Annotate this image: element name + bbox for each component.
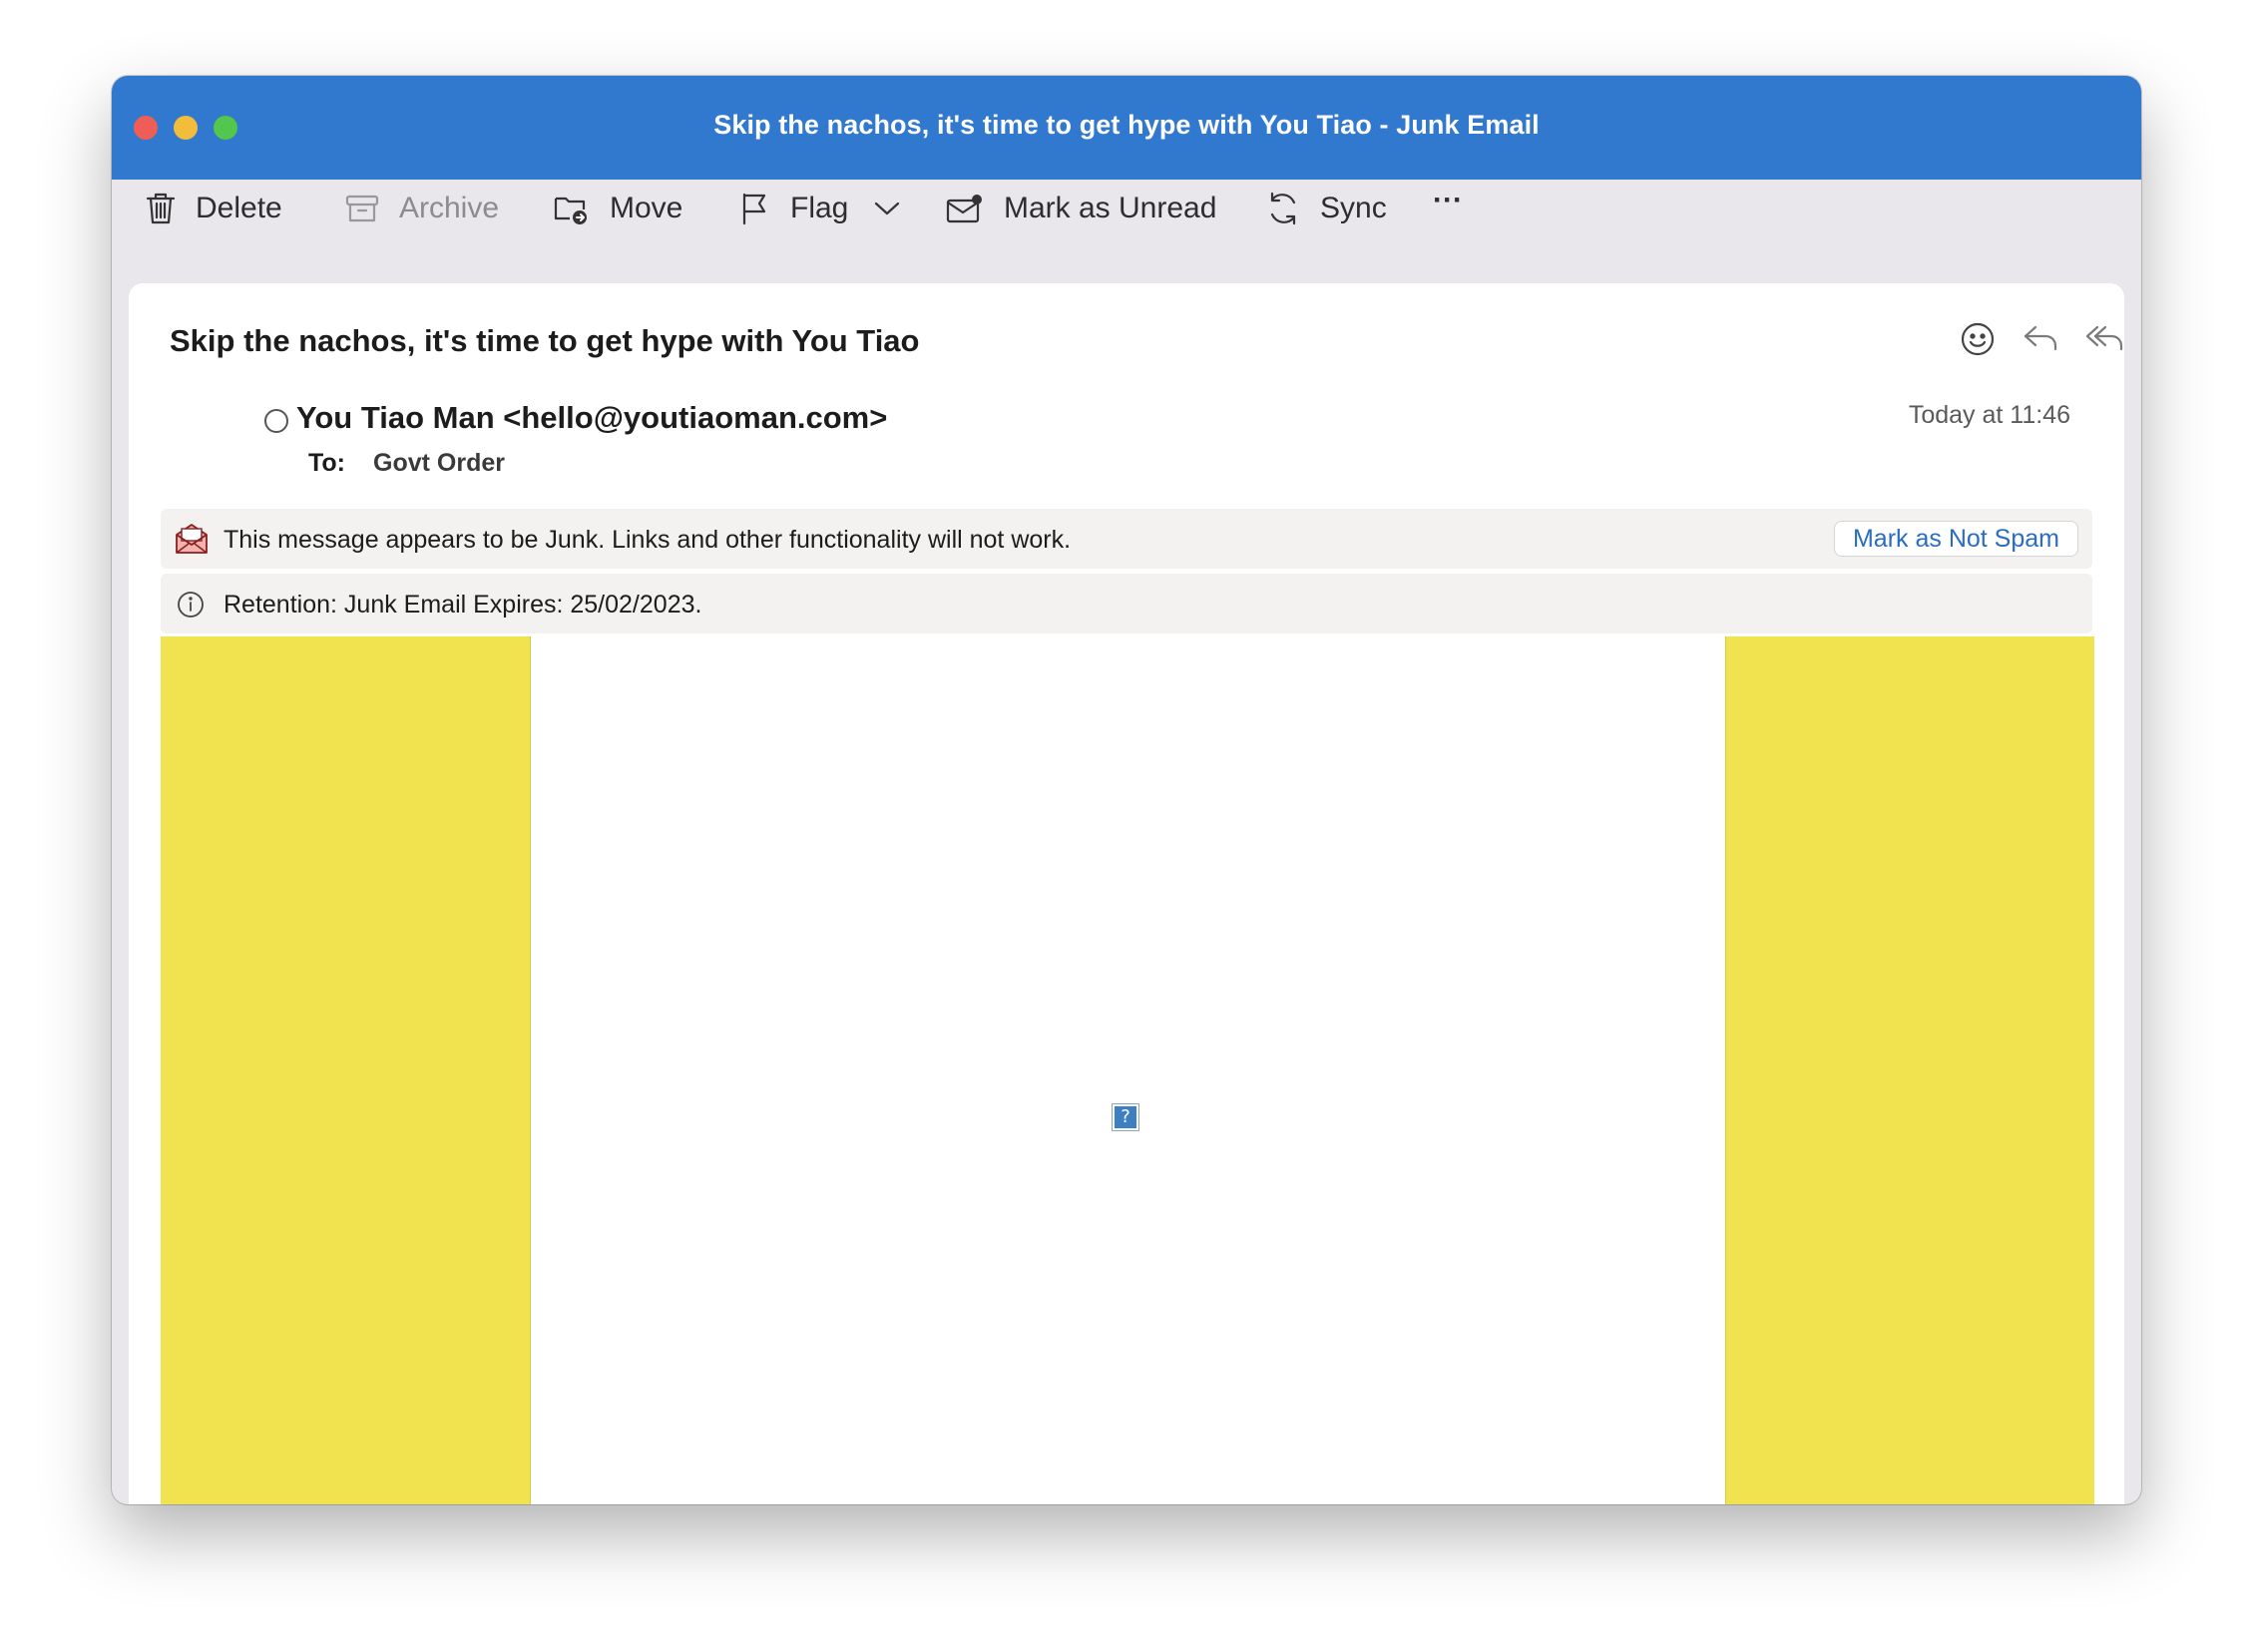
flag-label: Flag xyxy=(790,192,849,224)
junk-warning-text: This message appears to be Junk. Links a… xyxy=(224,526,1072,554)
mark-as-not-spam-button[interactable]: Mark as Not Spam xyxy=(1833,521,2078,557)
archive-label: Archive xyxy=(399,192,500,224)
delete-label: Delete xyxy=(196,192,282,224)
flag-button[interactable]: Flag xyxy=(740,184,848,233)
reply-icon xyxy=(2024,325,2057,351)
info-icon xyxy=(177,591,205,623)
mail-window: Skip the nachos, it's time to get hype w… xyxy=(112,76,2141,1504)
broken-image-icon: ? xyxy=(1115,1106,1136,1128)
email-body-left-panel xyxy=(161,636,531,1504)
reply-all-icon xyxy=(2085,325,2123,351)
reading-pane: Skip the nachos, it's time to get hype w… xyxy=(129,283,2124,1504)
move-label: Move xyxy=(610,192,683,224)
message-subject: Skip the nachos, it's time to get hype w… xyxy=(170,323,920,358)
delete-button[interactable]: Delete xyxy=(146,184,282,233)
junk-envelope-icon xyxy=(175,523,209,560)
mark-as-unread-button[interactable]: Mark as Unread xyxy=(946,184,1216,233)
recipient-name[interactable]: Govt Order xyxy=(373,449,505,478)
junk-warning-banner: This message appears to be Junk. Links a… xyxy=(161,509,2092,569)
sync-label: Sync xyxy=(1320,192,1387,224)
retention-banner: Retention: Junk Email Expires: 25/02/202… xyxy=(161,574,2092,633)
more-options-button[interactable]: ··· xyxy=(1433,176,1463,225)
reply-all-button[interactable] xyxy=(2083,317,2124,361)
sender-name[interactable]: You Tiao Man <hello@youtiaoman.com> xyxy=(296,400,887,436)
sync-button[interactable]: Sync xyxy=(1266,184,1387,233)
email-body-right-panel xyxy=(1725,636,2094,1504)
archive-icon xyxy=(345,193,379,224)
archive-button[interactable]: Archive xyxy=(345,184,499,233)
sync-icon xyxy=(1266,191,1300,226)
retention-text: Retention: Junk Email Expires: 25/02/202… xyxy=(224,591,702,619)
message-timestamp: Today at 11:46 xyxy=(1908,401,2070,429)
move-button[interactable]: Move xyxy=(554,184,682,233)
flag-options-dropdown[interactable] xyxy=(874,184,900,233)
mark-as-unread-label: Mark as Unread xyxy=(1004,192,1217,224)
reaction-button[interactable] xyxy=(1956,317,2000,361)
read-status-indicator[interactable] xyxy=(264,409,288,433)
broken-image-placeholder[interactable]: ? xyxy=(1112,1103,1139,1131)
flag-icon xyxy=(740,192,770,225)
reply-button[interactable] xyxy=(2020,317,2063,361)
chevron-down-icon xyxy=(874,201,900,216)
smiley-icon xyxy=(1961,322,1995,356)
move-folder-icon xyxy=(554,191,590,226)
window-title: Skip the nachos, it's time to get hype w… xyxy=(713,110,1540,140)
more-options-icon: ··· xyxy=(1433,184,1463,216)
envelope-unread-icon xyxy=(946,193,984,224)
email-body: ? xyxy=(161,636,2094,1504)
trash-icon xyxy=(146,192,176,225)
title-bar: Skip the nachos, it's time to get hype w… xyxy=(112,76,2141,180)
to-label: To: xyxy=(308,449,346,477)
